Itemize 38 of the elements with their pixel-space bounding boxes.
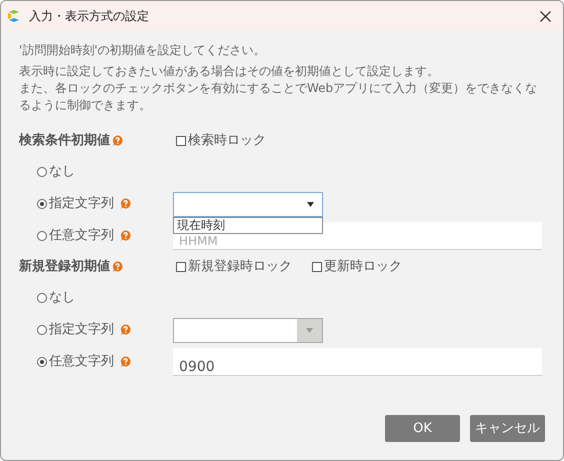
radio-button[interactable] — [37, 357, 47, 367]
help-icon[interactable] — [120, 230, 131, 242]
radio-label: なし — [49, 289, 75, 308]
help-icon[interactable] — [120, 324, 131, 336]
section-label: 検索条件初期値 — [19, 132, 110, 150]
instruction-text: また、各ロックのチェックボタンを有効にすることでWebアプリにて入力（変更）をできなくなるように制御できます。 — [19, 80, 538, 114]
checkbox[interactable] — [176, 136, 186, 146]
caret-icon — [307, 202, 314, 206]
help-icon[interactable] — [120, 198, 131, 210]
radio-button[interactable] — [37, 293, 47, 303]
caret-icon — [306, 328, 313, 332]
radio-button[interactable] — [37, 325, 47, 335]
radio-label: 指定文字列 — [49, 321, 114, 340]
radio-button[interactable] — [37, 231, 47, 241]
radio-label: なし — [49, 163, 75, 182]
radio-button[interactable] — [37, 167, 47, 177]
checkbox[interactable] — [176, 262, 186, 272]
input-field[interactable]: 0900 — [173, 348, 542, 376]
help-icon[interactable] — [112, 261, 123, 273]
cancel-button[interactable]: キャンセル — [470, 415, 545, 442]
radio-label: 任意文字列 — [49, 353, 114, 372]
window-title: 入力・表示方式の設定 — [29, 8, 149, 25]
instruction-text: 表示時に設定しておきたい値がある場合はその値を初期値として設定します。 — [19, 63, 440, 80]
help-icon[interactable] — [112, 135, 123, 147]
help-icon[interactable] — [120, 356, 131, 368]
app-logo-icon — [7, 9, 21, 23]
checkbox[interactable] — [312, 262, 322, 272]
checkbox-label: 新規登録時ロック — [188, 258, 292, 276]
checkbox-label: 検索時ロック — [188, 132, 266, 150]
close-icon — [540, 10, 550, 22]
section-label: 新規登録初期値 — [19, 258, 110, 276]
ok-button[interactable]: OK — [385, 415, 460, 442]
radio-button[interactable] — [37, 199, 47, 209]
radio-label: 任意文字列 — [49, 227, 114, 246]
dropdown-option[interactable]: 現在時刻 — [174, 218, 322, 232]
instruction-text: '訪問開始時刻'の初期値を設定してください。 — [19, 42, 267, 59]
radio-label: 指定文字列 — [49, 195, 114, 214]
checkbox-label: 更新時ロック — [324, 258, 402, 276]
